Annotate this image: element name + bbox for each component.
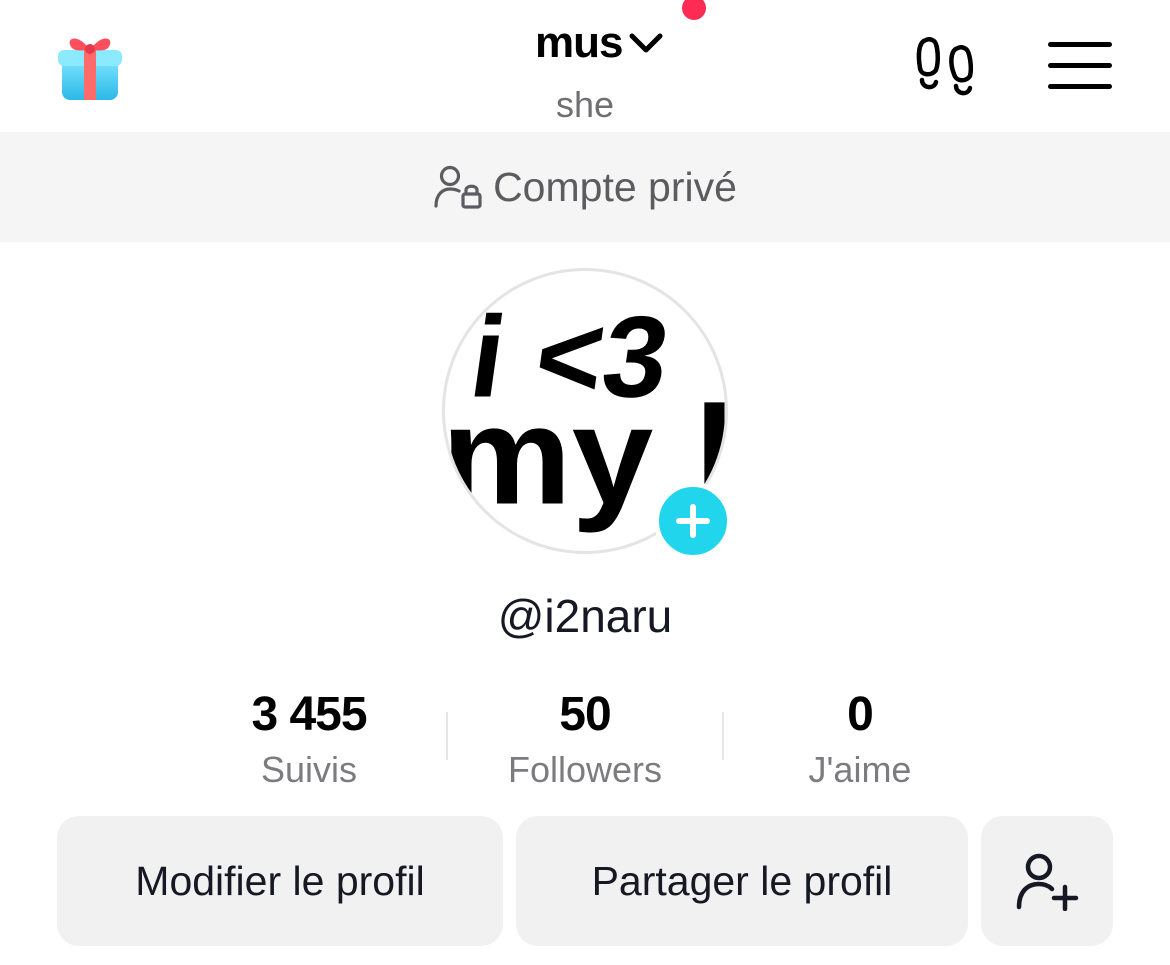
edit-profile-label: Modifier le profil (135, 857, 425, 904)
pronoun-label: she (555, 84, 615, 125)
account-title: mus (535, 18, 623, 67)
top-bar: mus she (0, 0, 1170, 132)
stat-followers[interactable]: 50 Followers (447, 686, 723, 796)
add-friend-button[interactable] (981, 816, 1113, 946)
username: @i2naru (497, 590, 673, 642)
share-profile-label: Partager le profil (591, 857, 893, 904)
private-account-icon (434, 165, 482, 209)
edit-profile-button[interactable]: Modifier le profil (57, 816, 503, 946)
account-switcher[interactable]: mus (535, 14, 664, 72)
stat-value: 3 455 (251, 688, 367, 741)
share-profile-button[interactable]: Partager le profil (516, 816, 968, 946)
stat-likes[interactable]: 0 J'aime (722, 686, 998, 796)
private-account-banner: Compte privé (0, 132, 1170, 242)
add-avatar-button[interactable] (654, 482, 732, 560)
stat-value: 50 (559, 688, 611, 741)
profile-screen: mus she Compte privé i <3 my @i2naru 3 4… (0, 0, 1170, 965)
add-user-icon (1016, 853, 1079, 911)
stat-label: Suivis (260, 749, 358, 790)
plus-icon (676, 504, 710, 538)
stat-following[interactable]: 3 455 Suivis (171, 686, 447, 796)
menu-icon[interactable] (1048, 42, 1112, 90)
footprints-icon[interactable] (914, 34, 982, 98)
profile-stats: 3 455 Suivis 50 Followers 0 J'aime (0, 686, 1170, 796)
stat-label: J'aime (808, 749, 912, 790)
stat-label: Followers (507, 749, 663, 790)
stat-value: 0 (847, 688, 874, 741)
private-account-text: Compte privé (493, 163, 737, 210)
chevron-down-icon (629, 33, 663, 53)
notification-dot (682, 0, 706, 20)
